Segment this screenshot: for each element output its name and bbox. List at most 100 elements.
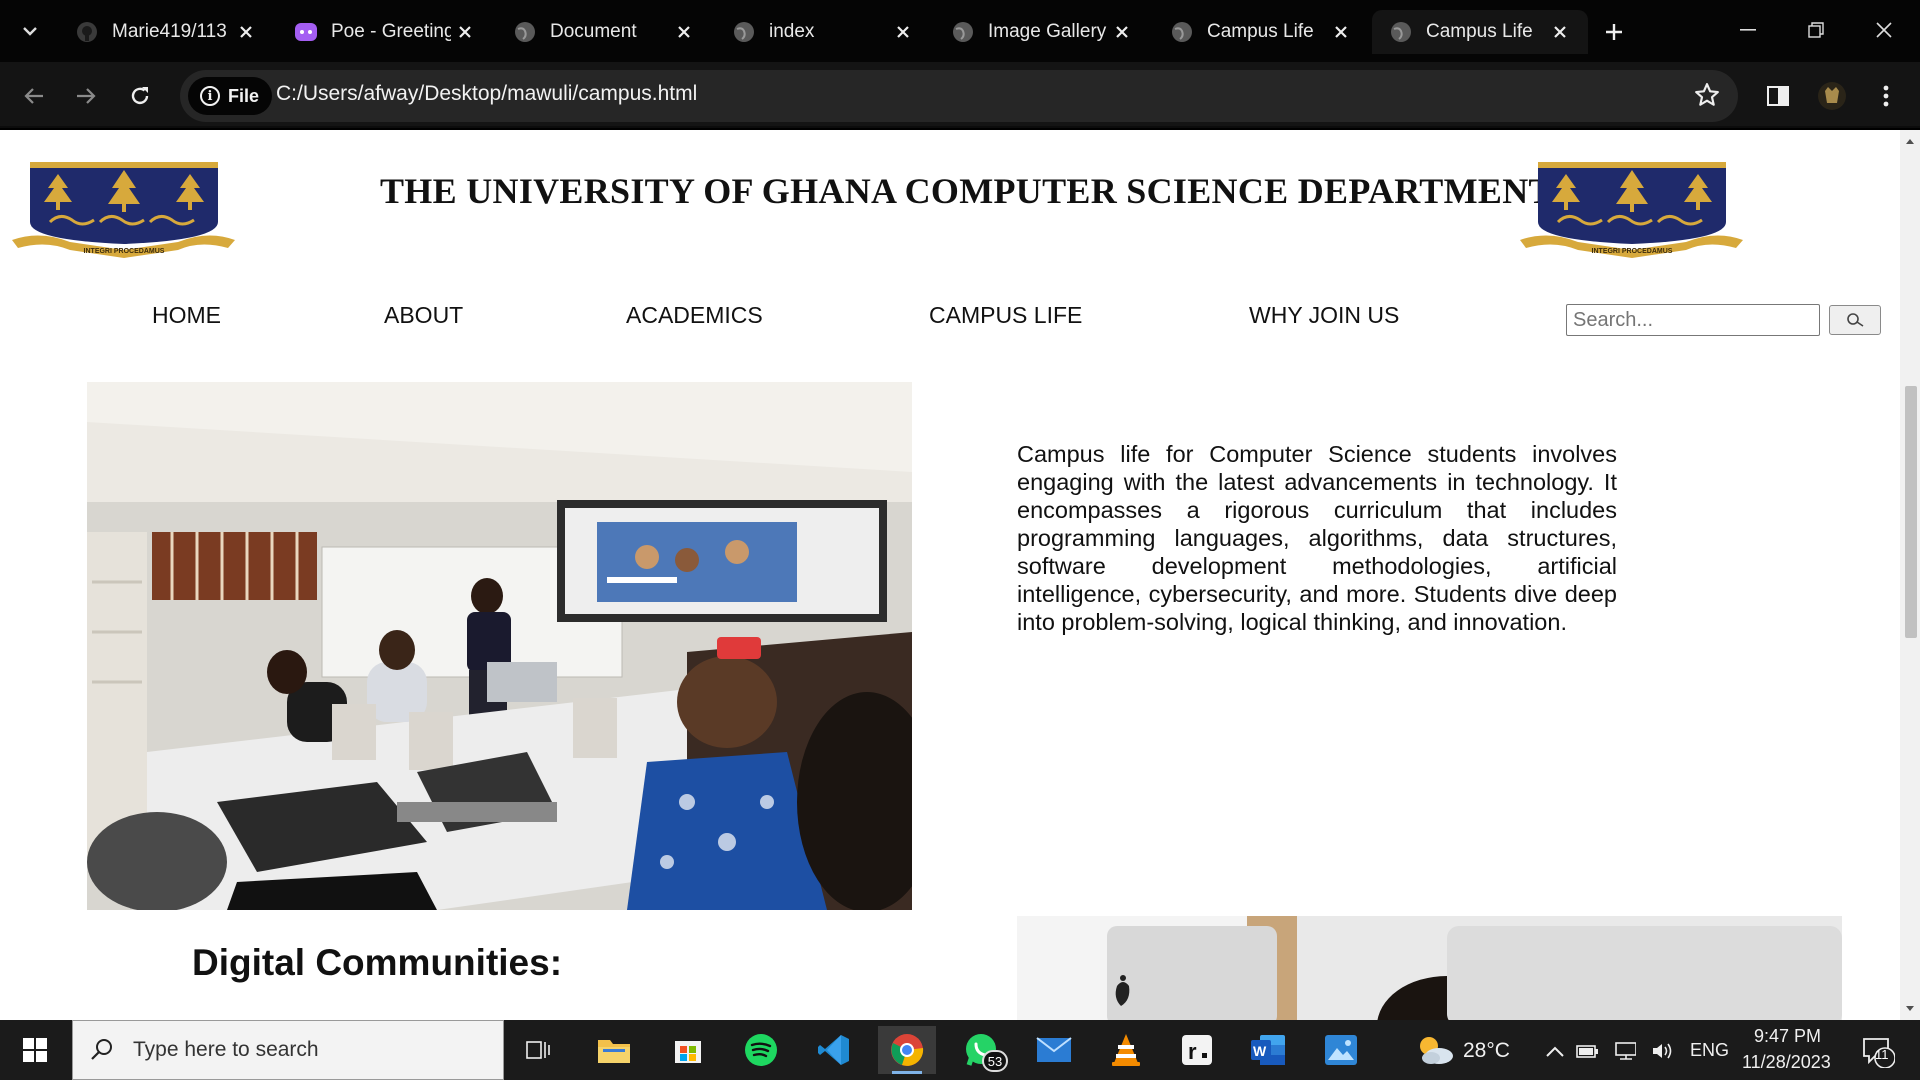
input-language[interactable]: ENG: [1690, 1040, 1729, 1061]
start-button[interactable]: [10, 1030, 60, 1070]
chevron-down-icon: [23, 27, 37, 36]
scroll-down-arrow-icon[interactable]: [1905, 1004, 1915, 1014]
university-crest-right: INTEGRI PROCEDAMUS: [1518, 160, 1743, 260]
globe-icon: [1169, 19, 1195, 45]
close-icon[interactable]: [1327, 18, 1355, 46]
search-icon: [91, 1039, 112, 1060]
browser-menu-button[interactable]: [1866, 76, 1906, 116]
tab-index[interactable]: index: [715, 10, 931, 54]
taskbar-file-explorer[interactable]: [585, 1026, 643, 1074]
weather-icon[interactable]: [1415, 1032, 1455, 1068]
close-icon[interactable]: [232, 18, 260, 46]
tab-document[interactable]: Document: [496, 10, 712, 54]
close-icon[interactable]: [889, 18, 917, 46]
bookmark-star-icon[interactable]: [1694, 82, 1720, 113]
site-info-chip[interactable]: i File: [188, 77, 272, 115]
scroll-up-arrow-icon[interactable]: [1905, 136, 1915, 146]
tab-campus-life-active[interactable]: Campus Life: [1372, 10, 1588, 54]
clock-time[interactable]: 9:47 PM: [1754, 1026, 1821, 1047]
minimize-button[interactable]: [1718, 8, 1778, 52]
network-icon[interactable]: [1614, 1040, 1636, 1062]
info-icon: i: [200, 86, 220, 106]
restore-icon: [1808, 22, 1824, 38]
forward-button[interactable]: [66, 76, 106, 116]
close-icon[interactable]: [1108, 18, 1136, 46]
vscode-icon: [818, 1035, 849, 1065]
arrow-right-icon: [77, 88, 96, 104]
search-input[interactable]: [1566, 304, 1820, 336]
close-window-button[interactable]: [1854, 8, 1914, 52]
nav-why-join-us-link[interactable]: WHY JOIN US: [1249, 302, 1399, 329]
task-view-button[interactable]: [510, 1026, 568, 1074]
taskbar-vscode[interactable]: [805, 1026, 863, 1074]
taskbar-search-placeholder: Type here to search: [133, 1038, 319, 1061]
tab-poe[interactable]: Poe - Greeting: [277, 10, 493, 54]
close-icon: [1876, 22, 1892, 38]
r-app-icon: r: [1182, 1035, 1212, 1065]
nav-academics-link[interactable]: ACADEMICS: [626, 302, 763, 329]
tab-title: Campus Life: [1207, 21, 1314, 42]
photos-icon: [1325, 1035, 1357, 1065]
tab-github[interactable]: Marie419/113: [58, 10, 274, 54]
whatsapp-unread-badge: 53: [982, 1050, 1008, 1072]
taskbar-whatsapp[interactable]: 53: [952, 1026, 1010, 1074]
profile-avatar[interactable]: [1812, 76, 1852, 116]
student-laptop-photo: [1017, 916, 1842, 1020]
taskbar-search-box[interactable]: Type here to search: [72, 1020, 504, 1080]
store-icon: [675, 1041, 701, 1063]
page-scrollbar[interactable]: [1900, 130, 1920, 1020]
close-icon[interactable]: [451, 18, 479, 46]
clock-date[interactable]: 11/28/2023: [1742, 1052, 1831, 1073]
classroom-photo: [87, 382, 912, 910]
spotify-icon: [745, 1034, 777, 1066]
restore-button[interactable]: [1786, 8, 1846, 52]
mail-icon: [1036, 1037, 1072, 1062]
back-button[interactable]: [14, 76, 54, 116]
tab-campus-life[interactable]: Campus Life: [1153, 10, 1369, 54]
tab-image-gallery[interactable]: Image Gallery: [934, 10, 1150, 54]
globe-icon: [1388, 19, 1414, 45]
volume-icon[interactable]: [1651, 1040, 1673, 1062]
word-icon: W: [1251, 1035, 1285, 1065]
nav-campus-life-link[interactable]: CAMPUS LIFE: [929, 302, 1082, 329]
svg-text:W: W: [1253, 1043, 1267, 1059]
chevron-up-icon[interactable]: [1544, 1040, 1566, 1062]
new-tab-button[interactable]: [1597, 15, 1631, 49]
scrollbar-thumb[interactable]: [1905, 386, 1917, 638]
crest-motto: INTEGRI PROCEDAMUS: [1592, 248, 1673, 255]
page-title: THE UNIVERSITY OF GHANA COMPUTER SCIENCE…: [380, 171, 1553, 211]
globe-icon: [512, 19, 538, 45]
taskbar-vlc[interactable]: [1097, 1026, 1155, 1074]
campus-life-intro-text: Campus life for Computer Science student…: [1017, 441, 1617, 635]
close-icon[interactable]: [670, 18, 698, 46]
reload-button[interactable]: [120, 76, 160, 116]
taskbar-chrome[interactable]: [878, 1026, 936, 1074]
tab-title: Document: [550, 21, 637, 42]
tab-title: index: [769, 21, 815, 42]
taskbar-mail[interactable]: [1025, 1026, 1083, 1074]
side-panel-button[interactable]: [1758, 76, 1798, 116]
taskbar-photos[interactable]: [1312, 1026, 1370, 1074]
svg-text:r: r: [1188, 1039, 1197, 1064]
avatar-icon: [1818, 82, 1846, 110]
active-app-indicator: [892, 1071, 922, 1074]
taskbar-word[interactable]: W: [1239, 1026, 1297, 1074]
nav-about-link[interactable]: ABOUT: [384, 302, 463, 329]
taskbar-microsoft-store[interactable]: [659, 1026, 717, 1074]
taskbar-spotify[interactable]: [732, 1026, 790, 1074]
notification-count: 11: [1875, 1047, 1889, 1062]
notification-center-button[interactable]: 11: [1858, 1034, 1898, 1070]
url-text[interactable]: C:/Users/afway/Desktop/mawuli/campus.htm…: [276, 82, 697, 106]
arrow-left-icon: [24, 88, 43, 104]
tab-search-menu-button[interactable]: [8, 14, 52, 48]
taskbar-roblox-app[interactable]: r: [1168, 1026, 1226, 1074]
nav-home-link[interactable]: HOME: [152, 302, 221, 329]
globe-icon: [950, 19, 976, 45]
close-icon[interactable]: [1546, 18, 1574, 46]
address-bar[interactable]: i File C:/Users/afway/Desktop/mawuli/cam…: [180, 70, 1738, 122]
battery-icon[interactable]: [1576, 1040, 1598, 1062]
search-button[interactable]: [1829, 305, 1881, 335]
search-icon: [1847, 313, 1864, 327]
university-crest-left: INTEGRI PROCEDAMUS: [10, 160, 235, 260]
weather-temperature[interactable]: 28°C: [1463, 1039, 1510, 1063]
